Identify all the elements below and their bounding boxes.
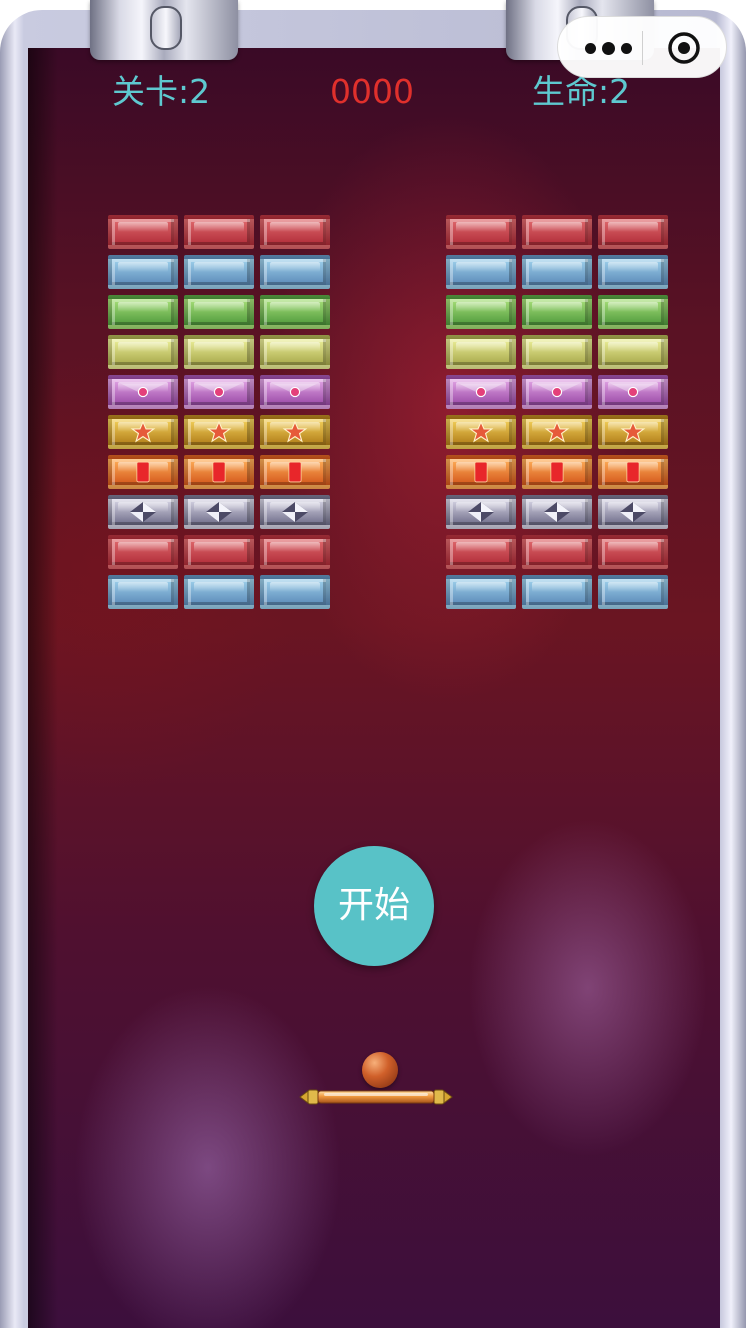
- brick-blue: [598, 575, 668, 609]
- brick-blue: [184, 255, 254, 289]
- brick-silver-diamond: [598, 495, 668, 529]
- brick-red: [598, 535, 668, 569]
- brick-red: [108, 535, 178, 569]
- brick-green: [260, 295, 330, 329]
- start-button[interactable]: 开始: [314, 846, 434, 966]
- ball: [362, 1052, 398, 1088]
- brick-green: [598, 295, 668, 329]
- brick-purple-gem: [184, 375, 254, 409]
- brick-yellow: [522, 335, 592, 369]
- brick-red: [522, 215, 592, 249]
- mini-program-capsule: [557, 16, 727, 78]
- brick-green: [184, 295, 254, 329]
- brick-silver-diamond: [446, 495, 516, 529]
- brick-red: [260, 215, 330, 249]
- brick-gold-star: [446, 415, 516, 449]
- brick-orange-gem: [108, 455, 178, 489]
- level-indicator: 关卡:2: [112, 72, 211, 111]
- brick-red: [446, 535, 516, 569]
- paddle[interactable]: [298, 1086, 454, 1108]
- brick-green: [108, 295, 178, 329]
- brick-orange-gem: [446, 455, 516, 489]
- brick-gold-star: [184, 415, 254, 449]
- left-hinge: [90, 0, 238, 60]
- brick-red: [260, 535, 330, 569]
- brick-orange-gem: [260, 455, 330, 489]
- brick-purple-gem: [522, 375, 592, 409]
- brick-green: [522, 295, 592, 329]
- brick-blue: [260, 255, 330, 289]
- brick-blue: [522, 255, 592, 289]
- target-close-icon[interactable]: [666, 30, 702, 66]
- brick-yellow: [598, 335, 668, 369]
- brick-purple-gem: [108, 375, 178, 409]
- brick-purple-gem: [260, 375, 330, 409]
- brick-orange-gem: [184, 455, 254, 489]
- brick-green: [446, 295, 516, 329]
- brick-purple-gem: [598, 375, 668, 409]
- brick-silver-diamond: [260, 495, 330, 529]
- brick-blue: [108, 575, 178, 609]
- brick-blue: [446, 255, 516, 289]
- brick-red: [446, 215, 516, 249]
- brick-red: [598, 215, 668, 249]
- playfield-edge-shadow: [28, 48, 58, 1328]
- brick-blue: [446, 575, 516, 609]
- brick-orange-gem: [522, 455, 592, 489]
- brick-blue: [522, 575, 592, 609]
- brick-silver-diamond: [184, 495, 254, 529]
- brick-yellow: [260, 335, 330, 369]
- more-dots-icon[interactable]: [576, 31, 640, 65]
- brick-gold-star: [598, 415, 668, 449]
- brick-red: [522, 535, 592, 569]
- brick-orange-gem: [598, 455, 668, 489]
- brick-yellow: [184, 335, 254, 369]
- brick-silver-diamond: [522, 495, 592, 529]
- brick-silver-diamond: [108, 495, 178, 529]
- brick-gold-star: [108, 415, 178, 449]
- brick-gold-star: [260, 415, 330, 449]
- brick-yellow: [446, 335, 516, 369]
- brick-yellow: [108, 335, 178, 369]
- brick-blue: [108, 255, 178, 289]
- brick-blue: [260, 575, 330, 609]
- brick-purple-gem: [446, 375, 516, 409]
- brick-blue: [184, 575, 254, 609]
- brick-red: [184, 535, 254, 569]
- brick-gold-star: [522, 415, 592, 449]
- brick-red: [108, 215, 178, 249]
- brick-red: [184, 215, 254, 249]
- score-display: 0000: [330, 72, 414, 111]
- capsule-divider: [642, 31, 643, 65]
- brick-blue: [598, 255, 668, 289]
